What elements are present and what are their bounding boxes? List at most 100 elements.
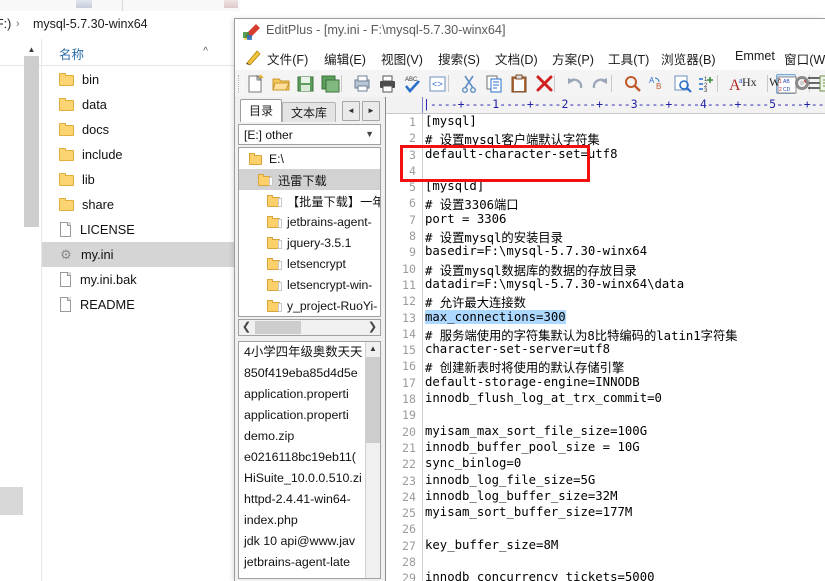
drive-selector[interactable]: [E:] other ▼ — [238, 124, 381, 145]
menu-item-2[interactable]: 视图(V) — [381, 49, 423, 68]
dock-file-item[interactable]: jdk 10 api@www.jav — [239, 531, 380, 552]
save-all-icon[interactable] — [321, 74, 341, 94]
menu-item-3[interactable]: 搜索(S) — [438, 49, 480, 68]
spellcheck-icon[interactable]: ABC — [403, 74, 423, 94]
menu-item-1[interactable]: 编辑(E) — [324, 49, 366, 68]
tree-item[interactable]: 【批量下载】一年 — [239, 190, 380, 211]
scroll-right-icon[interactable]: ❯ — [365, 320, 380, 335]
code-line[interactable]: 13 max_connections=300 — [386, 309, 825, 326]
code-line[interactable]: 28 — [386, 554, 825, 570]
find-icon[interactable] — [623, 74, 643, 94]
menu-item-4[interactable]: 文档(D) — [495, 49, 538, 68]
code-line[interactable]: 24 innodb_log_buffer_size=32M — [386, 489, 825, 505]
file-list-item[interactable]: bin — [42, 67, 240, 92]
tree-item[interactable]: E:\ — [239, 148, 380, 169]
code-line[interactable]: 29 innodb_concurrency_tickets=5000 — [386, 570, 825, 581]
redo-icon[interactable] — [591, 74, 611, 94]
dock-tab-next-icon[interactable]: ► — [362, 101, 380, 121]
hscrollbar-thumb[interactable] — [255, 321, 301, 334]
dock-file-item[interactable]: index.php — [239, 510, 380, 531]
scrollbar-thumb[interactable] — [24, 56, 39, 227]
code-line[interactable]: 3 default-character-set=utf8 — [386, 147, 825, 163]
address-bar[interactable]: F:) › mysql-5.7.30-winx64 — [0, 11, 240, 40]
code-line[interactable]: 17 default-storage-engine=INNODB — [386, 375, 825, 391]
toolbar-text-icon-0[interactable]: Hx — [742, 75, 757, 90]
file-list-scrollbar[interactable]: ▲ — [365, 342, 380, 578]
scroll-up-icon[interactable]: ▲ — [24, 42, 39, 56]
code-line[interactable]: 15 character-set-server=utf8 — [386, 342, 825, 358]
toolbar-text-icon-1[interactable]: W — [769, 75, 780, 90]
dock-file-item[interactable]: e0216118bc19eb11( — [239, 447, 380, 468]
dock-file-item[interactable]: 850f419eba85d4d5e — [239, 363, 380, 384]
scroll-left-icon[interactable]: ❮ — [239, 320, 254, 335]
dock-file-item[interactable]: HiSuite_10.0.0.510.zi — [239, 468, 380, 489]
file-list-item[interactable]: ⚙ my.ini — [42, 242, 240, 267]
save-icon[interactable] — [296, 74, 316, 94]
dock-file-item[interactable]: jetbrains-agent-late — [239, 552, 380, 573]
dock-tab-1[interactable]: 文本库 — [282, 102, 337, 122]
chevron-up-icon[interactable]: ^ — [203, 46, 208, 57]
dock-file-item[interactable]: application.properti — [239, 384, 380, 405]
file-list-item[interactable]: lib — [42, 167, 240, 192]
dock-file-item[interactable]: demo.zip — [239, 426, 380, 447]
print-icon[interactable] — [378, 74, 398, 94]
file-list-item[interactable]: data — [42, 92, 240, 117]
code-area[interactable]: 1 [mysql] 2 # 设置mysql客户端默认字符集 3 default-chara… — [386, 114, 825, 581]
code-line[interactable]: 12 # 允许最大连接数 — [386, 293, 825, 310]
dock-tab-prev-icon[interactable]: ◄ — [342, 101, 360, 121]
file-list-item[interactable]: my.ini.bak — [42, 267, 240, 292]
code-line[interactable]: 2 # 设置mysql客户端默认字符集 — [386, 130, 825, 147]
tree-horizontal-scrollbar[interactable]: ❮ ❯ — [238, 319, 381, 336]
file-list-item[interactable]: docs — [42, 117, 240, 142]
scroll-up-icon[interactable]: ▲ — [366, 342, 380, 356]
code-editor[interactable]: |----+----1----+----2----+----3----+----… — [385, 97, 825, 581]
open-file-icon[interactable] — [271, 74, 291, 94]
tree-item[interactable]: jquery-3.5.1 — [239, 232, 380, 253]
menu-item-7[interactable]: 浏览器(B) — [661, 49, 716, 68]
code-line[interactable]: 18 innodb_flush_log_at_trx_commit=0 — [386, 391, 825, 407]
menu-item-9[interactable]: 窗口(W) — [784, 49, 825, 68]
code-line[interactable]: 1 [mysql] — [386, 114, 825, 130]
code-line[interactable]: 8 # 设置mysql的安装目录 — [386, 228, 825, 245]
code-line[interactable]: 14 # 服务端使用的字符集默认为8比特编码的latin1字符集 — [386, 326, 825, 343]
toolbar-grip[interactable] — [238, 75, 243, 93]
dock-file-item[interactable]: httpd-2.4.41-win64- — [239, 489, 380, 510]
menu-item-5[interactable]: 方案(P) — [552, 49, 594, 68]
code-line[interactable]: 16 # 创建新表时将使用的默认存储引擎 — [386, 358, 825, 375]
scrollbar-thumb[interactable] — [366, 357, 380, 443]
code-line[interactable]: 27 key_buffer_size=8M — [386, 538, 825, 554]
preferences-icon[interactable] — [793, 74, 813, 94]
menu-item-6[interactable]: 工具(T) — [608, 49, 649, 68]
code-line[interactable]: 19 — [386, 407, 825, 423]
code-line[interactable]: 21 innodb_buffer_pool_size = 10G — [386, 440, 825, 456]
code-line[interactable]: 11 datadir=F:\mysql-5.7.30-winx64\data — [386, 277, 825, 293]
code-line[interactable]: 10 # 设置mysql数据库的数据的存放目录 — [386, 261, 825, 278]
code-line[interactable]: 20 myisam_max_sort_file_size=100G — [386, 424, 825, 440]
tree-item[interactable]: jetbrains-agent- — [239, 211, 380, 232]
chevron-down-icon[interactable]: ▼ — [365, 129, 374, 139]
code-line[interactable]: 6 # 设置3306端口 — [386, 195, 825, 212]
cut-icon[interactable] — [460, 74, 480, 94]
tree-item[interactable]: letsencrypt-win- — [239, 274, 380, 295]
code-line[interactable]: 23 innodb_log_file_size=5G — [386, 473, 825, 489]
breadcrumb-folder[interactable]: mysql-5.7.30-winx64 — [33, 17, 148, 31]
code-line[interactable]: 7 port = 3306 — [386, 212, 825, 228]
tree-item[interactable]: letsencrypt — [239, 253, 380, 274]
menu-item-8[interactable]: Emmet — [735, 49, 775, 63]
clipboard-panel-icon[interactable] — [818, 74, 825, 94]
code-line[interactable]: 5 [mysqld] — [386, 179, 825, 195]
view-source-icon[interactable]: <> — [428, 74, 448, 94]
explorer-navpane-scrollbar[interactable]: ▲ — [24, 42, 39, 242]
menu-item-0[interactable]: 文件(F) — [267, 49, 308, 68]
file-list-item[interactable]: share — [42, 192, 240, 217]
replace-icon[interactable]: AB — [648, 74, 668, 94]
code-line[interactable]: 9 basedir=F:\mysql-5.7.30-winx64 — [386, 244, 825, 260]
new-file-icon[interactable] — [246, 74, 266, 94]
breadcrumb-drive[interactable]: F:) — [0, 17, 11, 31]
column-header-name[interactable]: 名称 — [59, 44, 84, 63]
tree-item[interactable]: y_project-RuoYi- — [239, 295, 380, 316]
code-line[interactable]: 22 sync_binlog=0 — [386, 456, 825, 472]
print-preview-icon[interactable] — [353, 74, 373, 94]
dock-tab-0[interactable]: 目录 — [240, 99, 283, 122]
code-line[interactable]: 4 — [386, 163, 825, 179]
